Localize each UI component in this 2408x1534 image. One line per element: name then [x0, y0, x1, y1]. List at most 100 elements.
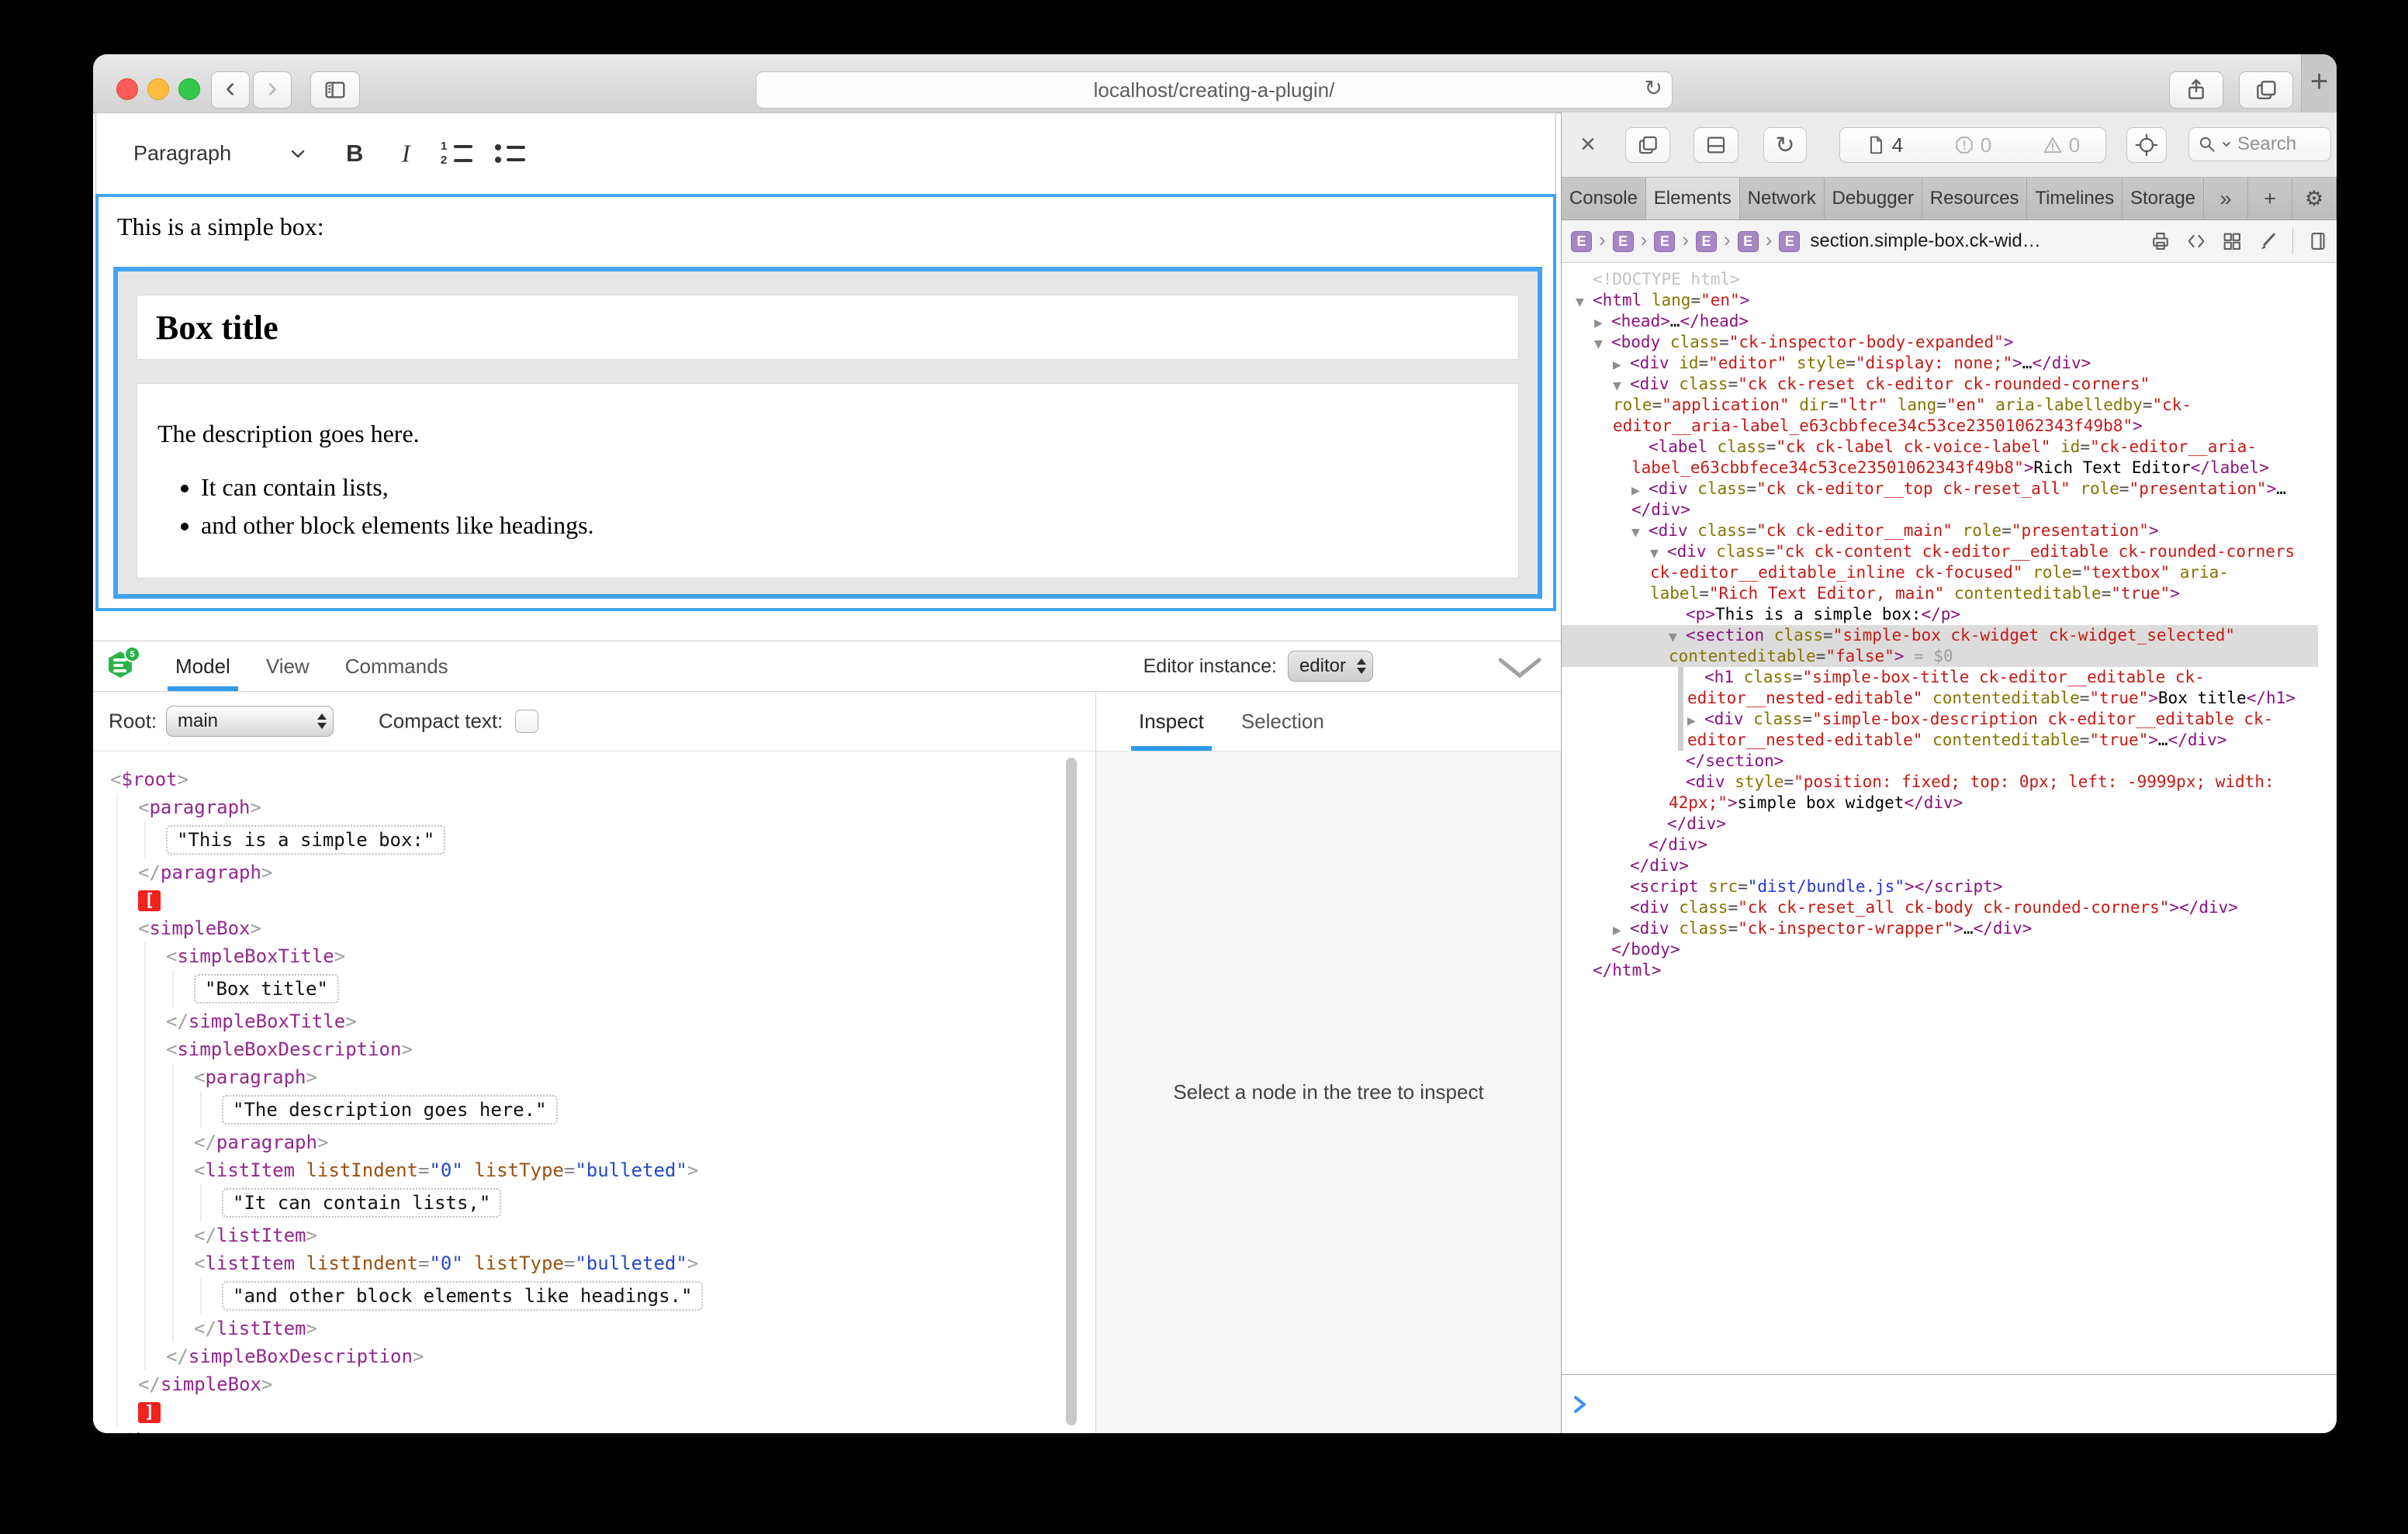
model-tree-row[interactable]: <simpleBoxDescription> [110, 1035, 1095, 1063]
dom-tree-row[interactable]: ▼<html lang="en"> [1562, 290, 2318, 311]
model-tree-row[interactable]: "It can contain lists," [110, 1184, 1095, 1221]
italic-button[interactable]: I [402, 140, 410, 168]
disclosure-arrow-icon[interactable]: ▼ [1594, 334, 1611, 355]
dom-tree-row[interactable]: <label class="ck ck-label ck-voice-label… [1562, 437, 2318, 479]
disclosure-arrow-icon[interactable]: ▶ [1594, 313, 1611, 334]
dom-tree-row[interactable]: <h1 class="simple-box-title ck-editor__e… [1562, 667, 2318, 709]
pane-tab-selection[interactable]: Selection [1241, 692, 1324, 751]
devtools-tab-console[interactable]: Console [1562, 178, 1646, 219]
numbered-list-button[interactable]: 1 2 [441, 143, 472, 164]
issues-summary[interactable]: 4 0 0 [1839, 127, 2106, 163]
description-list[interactable]: It can contain lists, and other block ele… [157, 473, 1495, 540]
model-tree-row[interactable]: </paragraph> [110, 859, 1095, 886]
code-brackets-icon[interactable] [2185, 230, 2207, 252]
disclosure-arrow-icon[interactable]: ▼ [1631, 523, 1649, 544]
disclosure-arrow-icon[interactable]: ▼ [1650, 544, 1667, 565]
forward-button[interactable]: › [253, 71, 292, 109]
simple-box-title[interactable]: Box title [137, 295, 1519, 360]
disclosure-arrow-icon[interactable]: ▶ [1613, 355, 1630, 376]
tab-commands[interactable]: Commands [345, 641, 448, 691]
devtools-tab-debugger[interactable]: Debugger [1825, 178, 1922, 219]
reload-button[interactable]: ↻ [1645, 75, 1662, 101]
model-tree-row[interactable]: <$root> [110, 765, 1095, 793]
model-tree-row[interactable]: </simpleBoxDescription> [110, 1342, 1095, 1370]
dom-tree-row[interactable]: ▶<div class="simple-box-description ck-e… [1562, 709, 2318, 751]
devtools-tab-storage[interactable]: Storage [2123, 178, 2204, 219]
search-input[interactable] [2236, 133, 2324, 156]
zoom-button[interactable] [178, 78, 200, 100]
brush-icon[interactable] [2257, 230, 2278, 252]
back-button[interactable]: ‹ [211, 71, 250, 109]
description-paragraph[interactable]: The description goes here. [157, 420, 1495, 448]
dom-tree-row[interactable]: ▶<div class="ck ck-editor__top ck-reset_… [1562, 479, 2318, 520]
simple-box-widget[interactable]: Box title The description goes here. It … [113, 267, 1542, 599]
gear-icon[interactable]: ⚙ [2292, 178, 2337, 219]
model-tree-row[interactable]: </simpleBoxTitle> [110, 1007, 1095, 1035]
dom-tree-row[interactable]: </div> [1562, 814, 2318, 834]
details-sidebar-icon[interactable] [2307, 230, 2329, 252]
tab-overview-button[interactable] [2239, 71, 2293, 109]
disclosure-arrow-icon[interactable]: ▼ [1669, 627, 1686, 648]
dom-tree-row[interactable]: ▼<div class="ck ck-reset ck-editor ck-ro… [1562, 374, 2318, 437]
tab-view[interactable]: View [266, 641, 310, 691]
model-tree-row[interactable]: </listItem> [110, 1315, 1095, 1342]
share-button[interactable] [2169, 71, 2223, 109]
devtools-tab-network[interactable]: Network [1740, 178, 1825, 219]
dom-tree-row[interactable]: <script src="dist/bundle.js"></script> [1562, 876, 2318, 897]
tab-model[interactable]: Model [175, 641, 230, 691]
model-tree-row[interactable]: <listItem listIndent="0" listType="bulle… [110, 1156, 1095, 1184]
dom-tree-row[interactable]: </html> [1562, 960, 2318, 981]
dom-tree-row[interactable]: ▼<body class="ck-inspector-body-expanded… [1562, 332, 2318, 353]
dom-tree-row[interactable]: <div style="position: fixed; top: 0px; l… [1562, 772, 2318, 814]
breadcrumb-element-badge[interactable]: E [1613, 231, 1634, 252]
address-bar[interactable]: localhost/creating-a-plugin/ ↻ [756, 71, 1673, 109]
close-button[interactable] [116, 78, 138, 100]
grid-icon[interactable] [2221, 230, 2243, 252]
print-icon[interactable] [2150, 230, 2171, 252]
devtools-search[interactable] [2188, 127, 2331, 161]
model-tree-row[interactable]: <listItem listIndent="0" listType="bulle… [110, 1249, 1095, 1277]
list-item[interactable]: and other block elements like headings. [201, 511, 1495, 540]
element-picker-button[interactable] [2126, 127, 2167, 163]
list-item[interactable]: It can contain lists, [201, 473, 1495, 502]
dock-bottom-button[interactable] [1694, 127, 1739, 163]
chevron-down-icon[interactable] [290, 148, 306, 159]
breadcrumb-element-badge[interactable]: E [1654, 231, 1675, 252]
disclosure-arrow-icon[interactable]: ▼ [1576, 292, 1593, 313]
model-tree-row[interactable]: <simpleBoxTitle> [110, 942, 1095, 970]
dom-tree-row[interactable]: ▶<div id="editor" style="display: none;"… [1562, 353, 2318, 374]
new-tab-button[interactable]: + [2301, 54, 2337, 112]
breadcrumb-element-badge[interactable]: E [1779, 231, 1800, 252]
dom-tree-row[interactable]: ▶<head>…</head> [1562, 311, 2318, 332]
add-tab-icon[interactable]: + [2248, 178, 2292, 219]
disclosure-arrow-icon[interactable]: ▶ [1631, 481, 1649, 502]
model-tree-row[interactable]: </$root> [110, 1426, 1095, 1433]
model-tree-row[interactable]: <paragraph> [110, 1063, 1095, 1091]
dom-tree-row[interactable]: ▶<div class="ck-inspector-wrapper">…</di… [1562, 918, 2318, 939]
pane-tab-inspect[interactable]: Inspect [1139, 692, 1204, 751]
model-tree-row[interactable]: ] [110, 1398, 1095, 1426]
disclosure-arrow-icon[interactable]: ▼ [1613, 376, 1630, 397]
model-tree-row[interactable]: </listItem> [110, 1221, 1095, 1249]
breadcrumb-element-badge[interactable]: E [1696, 231, 1717, 252]
paragraph-dropdown[interactable]: Paragraph [133, 142, 231, 166]
root-select[interactable]: main [166, 706, 334, 737]
breadcrumb-element-badge[interactable]: E [1571, 231, 1592, 252]
dom-tree-row[interactable]: <!DOCTYPE html> [1562, 269, 2318, 290]
model-tree-scrollbar[interactable] [1066, 758, 1077, 1425]
disclosure-arrow-icon[interactable]: ▶ [1687, 711, 1704, 732]
model-tree-row[interactable]: <simpleBox> [110, 914, 1095, 942]
editable-area[interactable]: This is a simple box: Box title The desc… [95, 194, 1556, 611]
dom-tree-row[interactable]: ▼<div class="ck ck-content ck-editor__ed… [1562, 541, 2318, 604]
dom-tree-row[interactable]: </section> [1562, 751, 2318, 772]
dock-side-button[interactable] [1625, 127, 1670, 163]
dom-tree-row[interactable]: <p>This is a simple box:</p> [1562, 604, 2318, 625]
model-tree-row[interactable]: "and other block elements like headings.… [110, 1277, 1095, 1315]
model-tree-row[interactable]: "Box title" [110, 970, 1095, 1007]
bulleted-list-button[interactable] [495, 144, 525, 163]
dom-tree-row[interactable]: </div> [1562, 855, 2318, 876]
dom-tree-row[interactable]: ▼<section class="simple-box ck-widget ck… [1562, 625, 2318, 667]
dom-tree-row[interactable]: </body> [1562, 939, 2318, 960]
dom-tree-row[interactable]: ▼<div class="ck ck-editor__main" role="p… [1562, 520, 2318, 541]
bold-button[interactable]: B [346, 140, 363, 168]
